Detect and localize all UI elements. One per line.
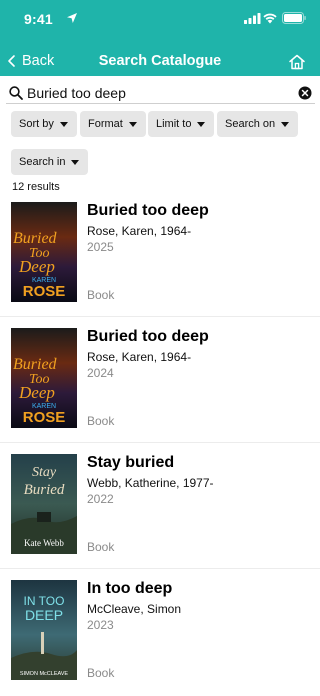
- result-year: 2022: [87, 492, 114, 506]
- caret-down-icon: [71, 159, 80, 165]
- book-cover: Stay Buried Kate Webb: [11, 454, 77, 554]
- search-icon: [9, 85, 23, 100]
- result-year: 2023: [87, 618, 114, 632]
- search-in-label: Search in: [19, 156, 66, 168]
- limit-to-dropdown[interactable]: Limit to: [148, 111, 215, 137]
- divider: [0, 316, 320, 317]
- result-author: McCleave, Simon: [87, 602, 182, 616]
- book-cover: Buried Too Deep KAREN ROSE: [11, 202, 77, 302]
- result-format: Book: [87, 288, 115, 302]
- search-in-dropdown[interactable]: Search in: [11, 149, 89, 175]
- result-format: Book: [87, 414, 115, 428]
- search-bar: [6, 82, 315, 104]
- clear-icon[interactable]: [298, 86, 312, 100]
- result-title: Buried too deep: [87, 202, 209, 219]
- wifi-icon: [263, 13, 277, 24]
- results-count: 12 results: [12, 181, 60, 193]
- result-author: Webb, Katherine, 1977-: [87, 476, 214, 490]
- caret-down-icon: [197, 121, 206, 127]
- signal-icon: [244, 13, 261, 24]
- cover-author: Kate Webb: [24, 538, 64, 548]
- result-item[interactable]: Buried Too Deep KAREN ROSE Buried too de…: [0, 202, 320, 314]
- cover-author: SIMON McCLEAVE: [20, 671, 69, 677]
- result-title: Buried too deep: [87, 328, 209, 345]
- home-icon[interactable]: [288, 53, 306, 71]
- caret-down-icon: [59, 121, 68, 127]
- book-cover: Buried Too Deep KAREN ROSE: [11, 328, 77, 428]
- cover-title: Buried: [13, 356, 58, 373]
- cover-author: ROSE: [23, 283, 66, 300]
- search-input[interactable]: [27, 82, 287, 103]
- result-format: Book: [87, 540, 115, 554]
- result-item[interactable]: Stay Buried Kate Webb Stay buried Webb, …: [0, 454, 320, 566]
- cover-title: Buried: [24, 482, 65, 498]
- result-item[interactable]: Buried Too Deep KAREN ROSE Buried too de…: [0, 328, 320, 440]
- cover-title: Deep: [18, 383, 55, 402]
- sort-by-dropdown[interactable]: Sort by: [11, 111, 77, 137]
- cover-title: DEEP: [25, 607, 63, 623]
- format-dropdown[interactable]: Format: [80, 111, 146, 137]
- result-item[interactable]: IN TOO DEEP SIMON McCLEAVE In too deep M…: [0, 580, 320, 692]
- battery-icon: [282, 12, 306, 24]
- result-format: Book: [87, 666, 115, 680]
- result-year: 2024: [87, 366, 114, 380]
- format-label: Format: [88, 118, 123, 130]
- caret-down-icon: [281, 121, 290, 127]
- cover-author: ROSE: [23, 409, 66, 426]
- search-on-label: Search on: [225, 118, 276, 130]
- result-author: Rose, Karen, 1964-: [87, 350, 192, 364]
- status-time: 9:41: [24, 11, 53, 27]
- result-author: Rose, Karen, 1964-: [87, 224, 192, 238]
- status-bar: 9:41: [0, 0, 320, 40]
- location-arrow-icon: [67, 13, 77, 23]
- navigation-bar: Back Search Catalogue: [0, 44, 320, 76]
- limit-to-label: Limit to: [156, 118, 192, 130]
- result-title: In too deep: [87, 580, 173, 597]
- cover-title: Deep: [18, 257, 55, 276]
- app-header: 9:41 Back Search Catalogue: [0, 0, 320, 76]
- divider: [0, 568, 320, 569]
- caret-down-icon: [128, 121, 137, 127]
- page-title: Search Catalogue: [98, 53, 222, 69]
- sort-by-label: Sort by: [19, 118, 54, 130]
- cover-title: Stay: [32, 465, 57, 480]
- cover-title: IN TOO: [24, 594, 65, 608]
- cover-title: Buried: [13, 230, 58, 247]
- search-on-dropdown[interactable]: Search on: [217, 111, 299, 137]
- book-cover: IN TOO DEEP SIMON McCLEAVE: [11, 580, 77, 680]
- divider: [0, 442, 320, 443]
- result-year: 2025: [87, 240, 114, 254]
- result-title: Stay buried: [87, 454, 175, 471]
